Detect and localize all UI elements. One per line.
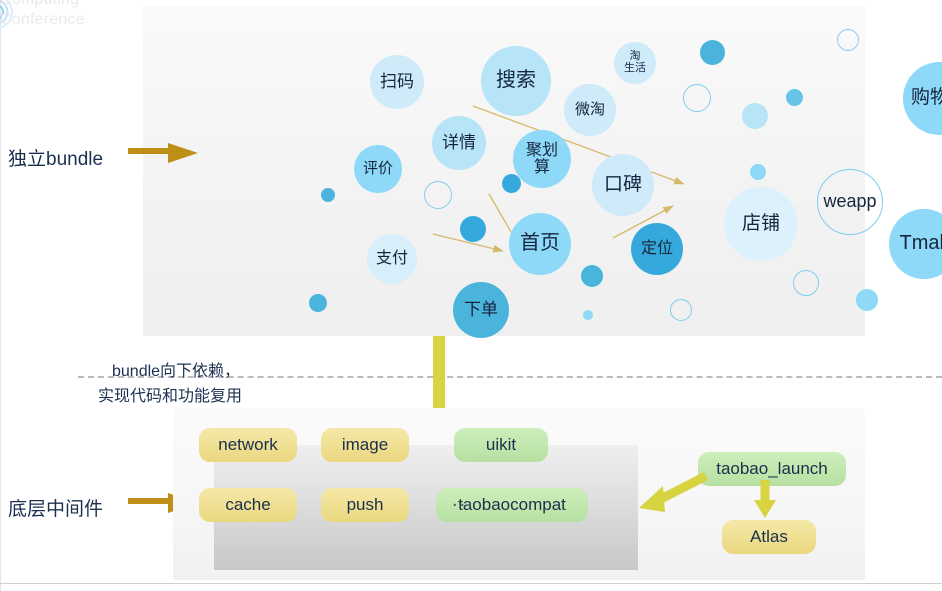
bundle-bubble-dot-h — [793, 270, 819, 296]
bundle-bubble-label: 首页 — [520, 232, 560, 255]
bundle-bubble-weapp: weapp — [817, 169, 883, 235]
bundle-bubble-dot-e — [683, 84, 711, 112]
bundle-bubble-label: 口碑 — [603, 173, 642, 195]
bundle-bubble-dot-o — [321, 188, 335, 202]
bundle-bubble-dot-d — [837, 29, 859, 51]
bundle-bubble-label: 聚划 算 — [525, 141, 558, 176]
independent-bundle-label: 独立bundle — [8, 149, 104, 170]
bundle-bubble-dianpu: 店铺 — [724, 187, 798, 261]
bundle-bubble-dot-m — [460, 216, 486, 242]
divider-caption-line-1: bundle向下依赖， — [112, 363, 241, 380]
bundle-bubble-dingwei: 定位 — [631, 223, 683, 275]
slide-bottom-border — [0, 583, 942, 584]
slide-left-border — [0, 0, 1, 591]
bundle-bubble-label: 评价 — [362, 159, 393, 177]
bundle-bubble-dot-j — [670, 299, 692, 321]
bundle-bubble-xiadan: 下单 — [453, 282, 509, 338]
bundle-bubble-dot-p — [309, 294, 327, 312]
launch-dependency-arrows — [639, 471, 776, 518]
concentric-circles-icon — [0, 0, 13, 29]
bundle-bubble-dot-b — [786, 89, 803, 106]
bundle-bubble-label: Tmall — [899, 232, 942, 255]
bundle-bubble-dot-q — [583, 310, 593, 320]
bundle-bubble-dot-k — [502, 174, 521, 193]
middleware-ellipsis: ... — [452, 489, 475, 511]
bundle-bubble-label: 定位 — [640, 240, 673, 258]
bundle-bubble-label: 微淘 — [574, 100, 605, 118]
bundle-bubble-dot-c — [742, 103, 768, 129]
bundle-bubble-taoshenghuo: 淘 生活 — [614, 42, 656, 84]
bundle-bubble-label: 支付 — [375, 250, 408, 268]
bundle-bubble-label: 详情 — [442, 132, 476, 152]
bundle-bubble-label: 下单 — [464, 299, 498, 319]
bundle-bubble-xiangqing: 详情 — [432, 116, 486, 170]
bundle-bubble-dot-l — [581, 265, 603, 287]
bundle-bubble-dot-i — [856, 289, 878, 311]
conference-watermark-logo: Computing Conference — [0, 0, 148, 52]
bundle-bubble-juhuasuan: 聚划 算 — [513, 130, 571, 188]
watermark-line-2: Conference — [0, 11, 85, 28]
middleware-layer-label: 底层中间件 — [8, 499, 104, 520]
middleware-panel: network image uikit cache push taobaocompat ta… — [173, 408, 865, 580]
bundle-bubble-tmall: Tmall — [889, 209, 942, 279]
bundle-bubble-pingjia: 评价 — [354, 145, 402, 193]
launch-atlas-group — [173, 408, 865, 580]
bundle-bubble-sousuo: 搜索 — [481, 46, 551, 116]
bundle-bubble-label: 扫码 — [380, 71, 414, 91]
bundle-bubble-zhifu: 支付 — [367, 234, 417, 284]
bundle-bubble-weitao: 微淘 — [564, 84, 616, 136]
bundle-bubble-label: 购物车 — [910, 87, 942, 109]
bundle-bubble-saoma: 扫码 — [370, 55, 424, 109]
bundle-bubble-dot-n — [424, 181, 452, 209]
bundle-bubble-label: 搜索 — [496, 69, 536, 92]
bundle-bubble-label: weapp — [823, 191, 877, 212]
divider-caption-line-2: 实现代码和功能复用 — [98, 388, 243, 405]
bundle-bubble-dot-f — [750, 164, 766, 180]
bundle-bubble-label: 淘 生活 — [624, 50, 646, 74]
bundle-pointer-arrow-icon — [128, 143, 198, 163]
watermark-line-1: Computing — [0, 0, 79, 10]
bundle-bubble-dot-a — [700, 40, 725, 65]
bundle-bubble-koubei: 口碑 — [592, 154, 654, 216]
bundle-bubble-shouye: 首页 — [509, 213, 571, 275]
bundle-bubble-gouwuche: 购物车 — [903, 62, 942, 135]
bundle-bubble-label: 店铺 — [741, 212, 780, 234]
independent-bundle-panel: 扫码 搜索 淘 生活微淘详情 聚划 算口碑 评价支付 首页 定位下单 店铺 weapp Tmall… — [143, 6, 942, 338]
